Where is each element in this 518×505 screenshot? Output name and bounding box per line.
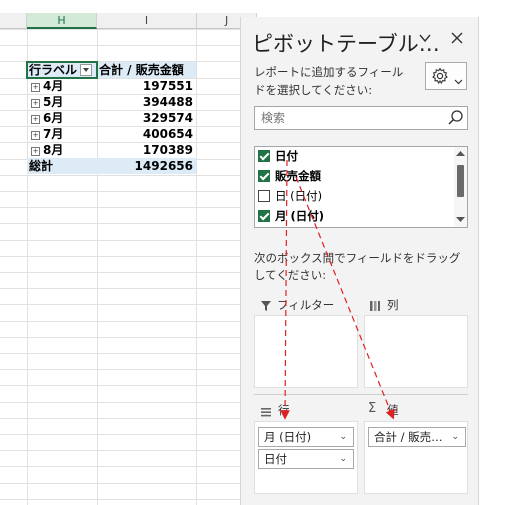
annotation-arrows (280, 159, 395, 420)
arrow-field-to-rows (280, 159, 290, 420)
arrow-field-to-values (295, 176, 395, 420)
